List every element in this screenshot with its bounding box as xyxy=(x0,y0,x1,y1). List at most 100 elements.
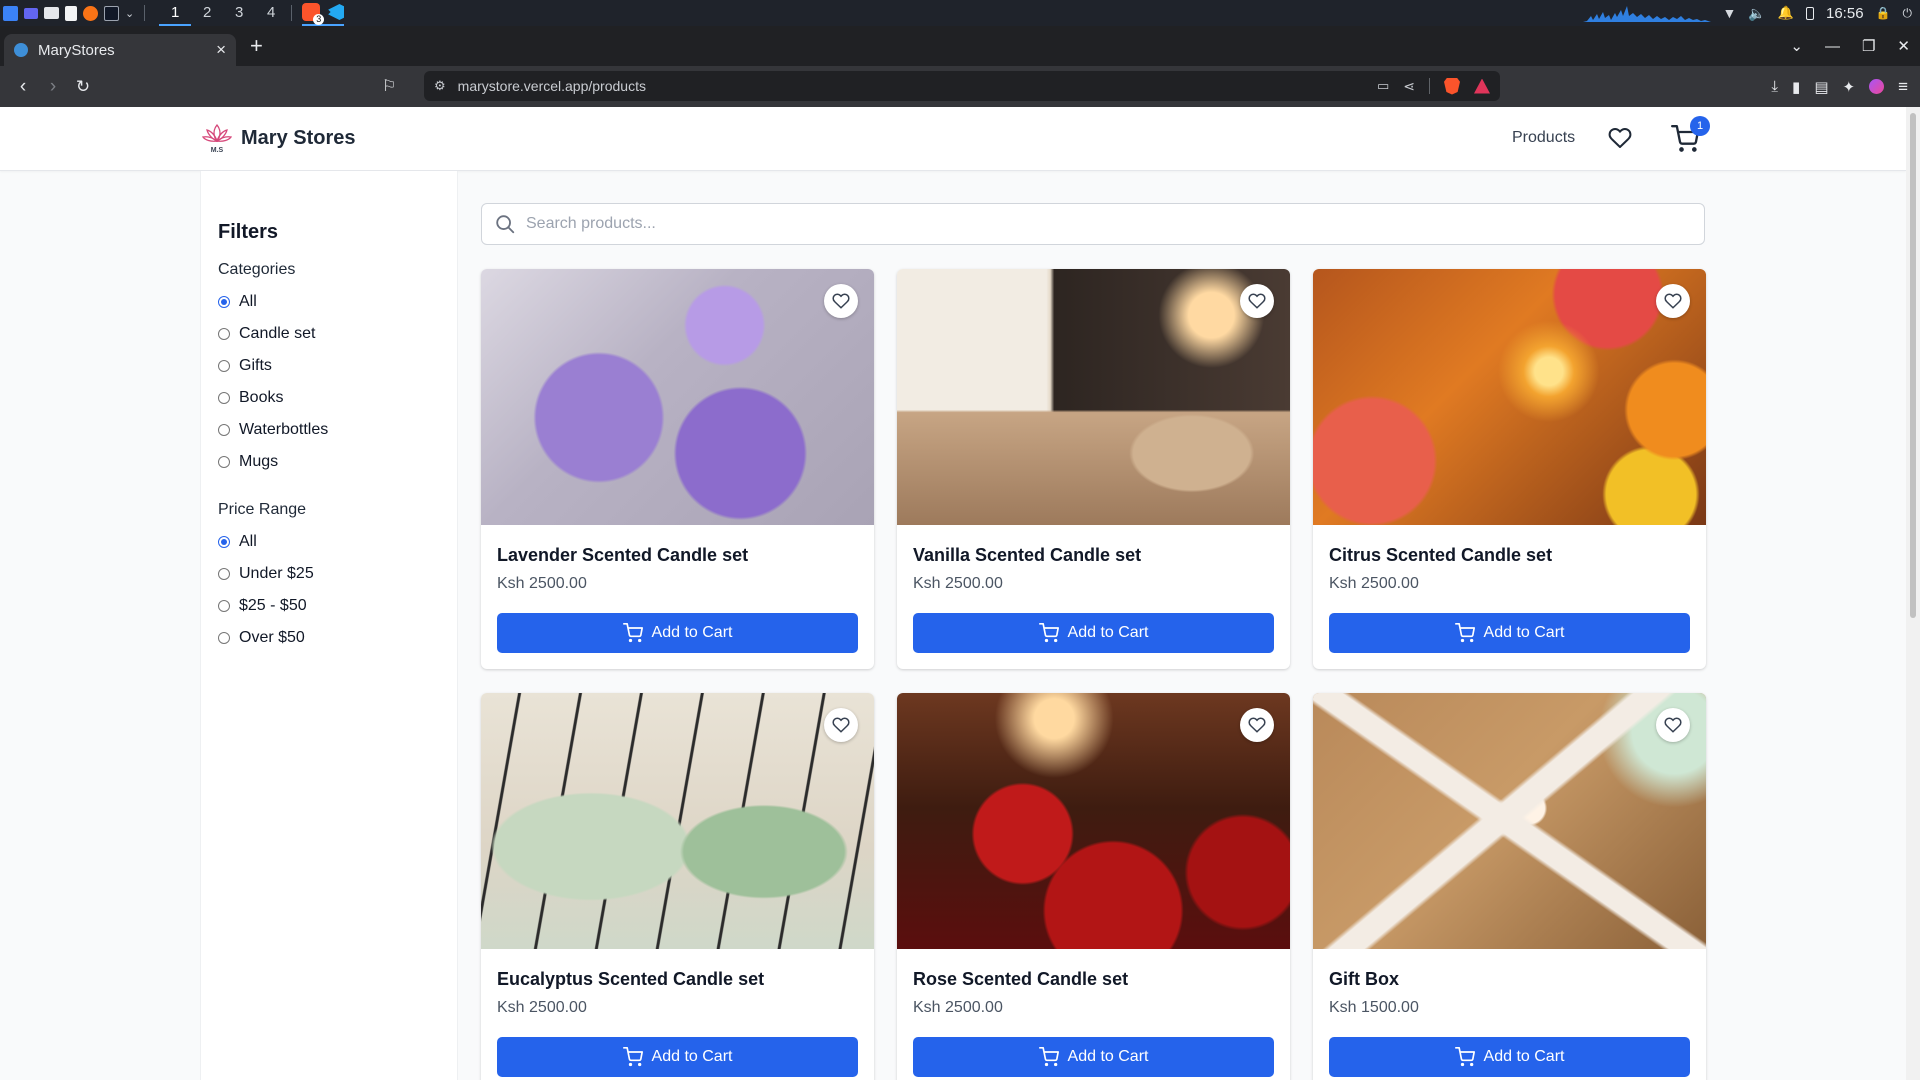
share-icon[interactable]: ⋖ xyxy=(1403,78,1415,95)
reload-icon[interactable]: ↻ xyxy=(68,77,98,97)
clock[interactable]: 16:56 xyxy=(1826,5,1864,22)
forward-icon[interactable]: › xyxy=(38,76,68,98)
download-icon[interactable]: ⤓ xyxy=(1771,78,1778,95)
add-to-cart-button[interactable]: Add to Cart xyxy=(1329,613,1690,653)
price-option-over-50[interactable]: Over $50 xyxy=(218,629,305,647)
search-input[interactable]: Search products... xyxy=(481,203,1705,245)
tab-search-icon[interactable]: ⌄ xyxy=(1790,37,1803,55)
product-image-vanilla-candle[interactable] xyxy=(897,269,1290,525)
add-to-cart-button[interactable]: Add to Cart xyxy=(913,613,1274,653)
product-image-lavender-candles[interactable] xyxy=(481,269,874,525)
wifi-icon[interactable]: ▼ xyxy=(1723,5,1737,21)
site-settings-icon[interactable]: ⚙ xyxy=(434,78,446,94)
product-name[interactable]: Lavender Scented Candle set xyxy=(497,545,748,566)
browser-tab[interactable]: MaryStores × xyxy=(4,34,236,66)
notification-bell-icon[interactable]: 🔔 xyxy=(1778,5,1794,21)
leo-ai-icon[interactable]: ✦ xyxy=(1843,78,1856,96)
favorite-button[interactable] xyxy=(824,284,858,318)
menu-icon[interactable]: ≡ xyxy=(1898,77,1908,97)
favorite-button[interactable] xyxy=(1656,284,1690,318)
price-option-25-50[interactable]: $25 - $50 xyxy=(218,597,307,615)
product-name[interactable]: Vanilla Scented Candle set xyxy=(913,545,1141,566)
radio-button[interactable] xyxy=(218,632,230,644)
file-manager-icon[interactable] xyxy=(44,7,59,19)
profile-avatar-icon[interactable] xyxy=(1869,79,1885,94)
app-menu-icon[interactable] xyxy=(3,5,18,21)
volume-icon[interactable]: 🔈 xyxy=(1748,5,1765,22)
workspace-1[interactable]: 1 xyxy=(159,0,192,26)
power-icon[interactable]: ⏻ xyxy=(1903,6,1913,21)
radio-button[interactable] xyxy=(218,424,230,436)
favorite-button[interactable] xyxy=(1656,708,1690,742)
close-tab-icon[interactable]: × xyxy=(216,40,226,60)
vscode-task-icon[interactable] xyxy=(328,4,345,20)
bookmark-icon[interactable]: ⚐ xyxy=(382,76,412,96)
brave-rewards-icon[interactable]: 1 xyxy=(1474,78,1490,94)
brand-logo[interactable]: M.S Mary Stores xyxy=(200,121,356,155)
price-option-under-25[interactable]: Under $25 xyxy=(218,565,314,583)
maximize-icon[interactable]: ❐ xyxy=(1862,37,1875,55)
wallet-icon[interactable]: ▤ xyxy=(1814,78,1828,96)
product-name[interactable]: Citrus Scented Candle set xyxy=(1329,545,1552,566)
add-to-cart-button[interactable]: Add to Cart xyxy=(913,1037,1274,1077)
category-option-waterbottles[interactable]: Waterbottles xyxy=(218,421,328,439)
new-tab-button[interactable]: + xyxy=(250,33,263,59)
product-card[interactable]: Gift Box Ksh 1500.00 Add to Cart xyxy=(1313,693,1706,1080)
lock-icon[interactable]: 🔒 xyxy=(1876,6,1891,20)
category-option-mugs[interactable]: Mugs xyxy=(218,453,278,471)
nav-products-link[interactable]: Products xyxy=(1512,129,1575,147)
radio-button[interactable] xyxy=(218,600,230,612)
product-name[interactable]: Rose Scented Candle set xyxy=(913,969,1128,990)
product-card[interactable]: Eucalyptus Scented Candle set Ksh 2500.0… xyxy=(481,693,874,1080)
price-option-all[interactable]: All xyxy=(218,533,257,551)
product-name[interactable]: Gift Box xyxy=(1329,969,1399,990)
radio-button[interactable] xyxy=(218,360,230,372)
product-card[interactable]: Lavender Scented Candle set Ksh 2500.00 … xyxy=(481,269,874,669)
favorite-button[interactable] xyxy=(1240,284,1274,318)
sidebar-toggle-icon[interactable]: ▮ xyxy=(1792,78,1800,96)
favorite-button[interactable] xyxy=(1240,708,1274,742)
product-card[interactable]: Rose Scented Candle set Ksh 2500.00 Add … xyxy=(897,693,1290,1080)
favorite-button[interactable] xyxy=(824,708,858,742)
back-icon[interactable]: ‹ xyxy=(8,76,38,98)
radio-button[interactable] xyxy=(218,296,230,308)
category-option-all[interactable]: All xyxy=(218,293,257,311)
minimize-icon[interactable]: — xyxy=(1825,38,1840,55)
brave-shields-icon[interactable] xyxy=(1444,77,1460,95)
add-to-cart-button[interactable]: Add to Cart xyxy=(497,613,858,653)
product-card[interactable]: Citrus Scented Candle set Ksh 2500.00 Ad… xyxy=(1313,269,1706,669)
product-image-eucalyptus-diffuser[interactable] xyxy=(481,693,874,949)
text-editor-icon[interactable] xyxy=(65,5,77,21)
brave-browser-task-icon[interactable]: 3 xyxy=(302,3,325,25)
radio-button[interactable] xyxy=(218,536,230,548)
add-to-cart-button[interactable]: Add to Cart xyxy=(497,1037,858,1077)
radio-button[interactable] xyxy=(218,392,230,404)
address-bar[interactable]: ⚙ marystore.vercel.app/products ▭ ⋖ 1 xyxy=(424,71,1500,101)
product-image-red-roses[interactable] xyxy=(897,693,1290,949)
radio-button[interactable] xyxy=(218,568,230,580)
product-name[interactable]: Eucalyptus Scented Candle set xyxy=(497,969,764,990)
firefox-icon[interactable] xyxy=(83,5,98,21)
scrollbar-thumb[interactable] xyxy=(1910,113,1916,618)
wishlist-heart-icon[interactable] xyxy=(1607,126,1633,150)
product-image-kraft-gift-box[interactable] xyxy=(1313,693,1706,949)
add-to-cart-button[interactable]: Add to Cart xyxy=(1329,1037,1690,1077)
category-option-books[interactable]: Books xyxy=(218,389,283,407)
workspace-4[interactable]: 4 xyxy=(255,0,287,26)
page-scrollbar[interactable] xyxy=(1906,107,1920,1080)
category-option-gifts[interactable]: Gifts xyxy=(218,357,272,375)
product-card[interactable]: Vanilla Scented Candle set Ksh 2500.00 A… xyxy=(897,269,1290,669)
radio-button[interactable] xyxy=(218,456,230,468)
window-switcher-icon[interactable] xyxy=(24,7,38,19)
battery-icon[interactable] xyxy=(1806,6,1814,20)
workspace-3[interactable]: 3 xyxy=(223,0,255,26)
radio-button[interactable] xyxy=(218,328,230,340)
url-text[interactable]: marystore.vercel.app/products xyxy=(458,78,1377,94)
cast-icon[interactable]: ▭ xyxy=(1377,78,1389,94)
workspace-2[interactable]: 2 xyxy=(191,0,223,26)
close-window-icon[interactable]: ✕ xyxy=(1897,37,1910,55)
terminal-icon[interactable] xyxy=(104,5,119,21)
chevron-down-icon[interactable]: ⌄ xyxy=(125,7,134,20)
category-option-candle-set[interactable]: Candle set xyxy=(218,325,316,343)
product-image-citrus-candle[interactable] xyxy=(1313,269,1706,525)
